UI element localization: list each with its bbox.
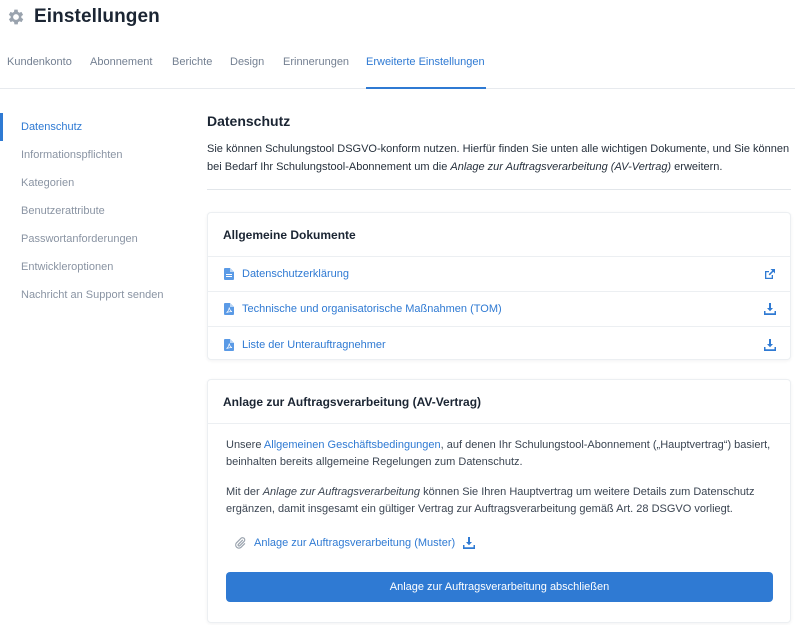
settings-tabs: Kundenkonto Abonnement Berichte Design E… [0,46,795,89]
section-divider [207,189,791,190]
tab-erweiterte-einstellungen[interactable]: Erweiterte Einstellungen [366,46,486,89]
tab-kundenkonto[interactable]: Kundenkonto [7,46,72,89]
av-conclude-button[interactable]: Anlage zur Auftragsverarbeitung abschlie… [226,572,773,602]
pdf-document-icon [224,338,234,351]
page-header: Einstellungen [6,4,160,30]
pdf-document-icon [224,303,234,315]
tab-design[interactable]: Design [230,46,264,89]
documents-card-title: Allgemeine Dokumente [208,213,790,257]
main-content: Datenschutz Sie können Schulungstool DSG… [207,108,791,190]
documents-card: Allgemeine Dokumente Datenschutzerklärun… [207,212,791,360]
document-row-unterauftragnehmer[interactable]: Liste der Unterauftragnehmer [208,327,790,362]
settings-sidebar: Datenschutz Informationspflichten Katego… [0,113,190,309]
av-paragraph-1: Unsere Allgemeinen Geschäftsbedingungen,… [226,439,771,468]
page-title: Einstellungen [34,6,160,27]
section-title: Datenschutz [207,113,291,129]
sidebar-item-support-nachricht[interactable]: Nachricht an Support senden [0,281,190,309]
document-link[interactable]: Datenschutzerklärung [242,268,764,280]
agb-link[interactable]: Allgemeinen Geschäftsbedingungen [264,439,441,451]
sidebar-item-passwortanforderungen[interactable]: Passwortanforderungen [0,225,190,253]
download-icon[interactable] [764,303,776,315]
sidebar-item-informationspflichten[interactable]: Informationspflichten [0,141,190,169]
document-link[interactable]: Liste der Unterauftragnehmer [242,339,764,351]
tab-berichte[interactable]: Berichte [172,46,212,89]
sidebar-item-entwickleroptionen[interactable]: Entwickleroptionen [0,253,190,281]
av-paragraph-2: Mit der Anlage zur Auftragsverarbeitung … [226,486,755,515]
paperclip-icon [235,537,246,549]
document-link[interactable]: Technische und organisatorische Maßnahme… [242,303,764,315]
av-contract-card: Anlage zur Auftragsverarbeitung (AV-Vert… [207,379,791,623]
sidebar-item-datenschutz[interactable]: Datenschutz [0,113,190,141]
document-row-datenschutzerklaerung[interactable]: Datenschutzerklärung [208,257,790,292]
tab-erinnerungen[interactable]: Erinnerungen [283,46,349,89]
av-card-title: Anlage zur Auftragsverarbeitung (AV-Vert… [208,380,790,424]
av-template-link[interactable]: Anlage zur Auftragsverarbeitung (Muster) [254,537,455,549]
av-card-body: Unsere Allgemeinen Geschäftsbedingungen,… [208,424,790,552]
av-template-download[interactable]: Anlage zur Auftragsverarbeitung (Muster) [234,534,772,552]
sidebar-item-benutzerattribute[interactable]: Benutzerattribute [0,197,190,225]
document-row-tom[interactable]: Technische und organisatorische Maßnahme… [208,292,790,327]
intro-text: Sie können Schulungstool DSGVO-konform n… [207,143,790,173]
document-icon [224,268,234,280]
external-link-icon[interactable] [764,268,776,280]
download-icon[interactable] [463,537,476,549]
gear-icon [8,9,24,25]
download-icon[interactable] [764,338,776,351]
sidebar-item-kategorien[interactable]: Kategorien [0,169,190,197]
tab-abonnement[interactable]: Abonnement [90,46,152,89]
